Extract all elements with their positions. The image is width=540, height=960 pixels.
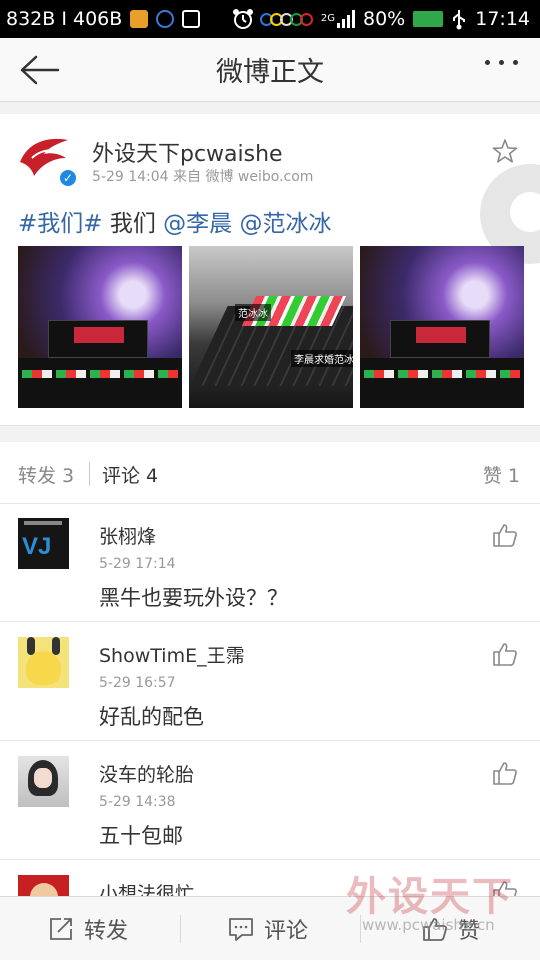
photo-grid: 范冰冰 李晨求婚范冰冰 [18, 246, 524, 408]
comment-label: 评论 [264, 919, 309, 944]
network-type: 2G [320, 13, 335, 24]
comment-time: 5-29 14:38 [99, 794, 176, 810]
watermark-url: www.pcwaishe.cn [362, 916, 495, 934]
avatar-detail [34, 768, 52, 788]
commenter-name[interactable]: ShowTimE_王霈 [99, 641, 245, 668]
verified-badge-icon: ✓ [58, 168, 78, 188]
comment-text: 好乱的配色 [99, 705, 204, 729]
download-icon [182, 10, 201, 28]
avatar-badge: VJ [22, 533, 52, 560]
comment-item: ShowTimE_王霈 5-29 16:57 好乱的配色 [0, 623, 540, 741]
post-content: #我们# 我们 @李晨 @范冰冰 [18, 204, 331, 238]
tab-comment[interactable]: 评论 4 [102, 461, 158, 488]
commenter-avatar[interactable]: VJ [18, 518, 69, 569]
repost-label: 转发 [84, 919, 129, 944]
comment-list: VJ 张栩烽 5-29 17:14 黑牛也要玩外设？？ ShowTimE_王霈 … [0, 504, 540, 896]
post-photo[interactable] [18, 246, 182, 408]
status-right: 2G 80% 17:14 [231, 7, 530, 31]
comment-item: 没车的轮胎 5-29 14:38 五十包邮 [0, 742, 540, 860]
avatar-detail [52, 637, 60, 655]
photo-tag: 李晨求婚范冰冰 [291, 350, 353, 367]
commenter-name[interactable]: 张栩烽 [99, 522, 156, 549]
photo-tag: 范冰冰 [235, 304, 271, 321]
repost-button[interactable]: 转发 [48, 897, 128, 960]
watermark-logo: 外设天下 [340, 862, 522, 920]
comment-icon [229, 918, 253, 941]
photo-banner [48, 320, 148, 358]
avatar-detail [24, 521, 62, 525]
comment-text: 黑牛也要玩外设？？ [99, 586, 288, 610]
commenter-avatar[interactable] [18, 756, 69, 807]
author-name[interactable]: 外设天下pcwaishe [92, 136, 283, 168]
back-button[interactable] [18, 52, 62, 88]
page-title: 微博正文 [216, 57, 324, 88]
tab-divider [89, 462, 90, 486]
thumbs-up-icon [493, 524, 517, 547]
more-dot-icon [499, 60, 504, 65]
bottom-divider [180, 915, 181, 943]
thumbs-up-icon [493, 643, 517, 666]
mention-link[interactable]: @范冰冰 [239, 211, 331, 237]
thumbs-up-icon [493, 762, 517, 785]
star-icon [492, 139, 518, 163]
status-bar: 832B I 406B 2G 80% 17:14 [0, 0, 540, 38]
olympic-rings-icon [259, 12, 313, 26]
signal-icon [337, 10, 355, 28]
more-dot-icon [513, 60, 518, 65]
repost-icon [50, 918, 72, 940]
top-nav-bar: 微博正文 [0, 38, 540, 102]
like-comment-button[interactable] [492, 522, 518, 548]
tab-like[interactable]: 赞 1 [483, 461, 520, 488]
weibo-post-card: ✓ 外设天下pcwaishe 5-29 14:04 来自 微博 weibo.co… [0, 114, 540, 426]
like-comment-button[interactable] [492, 641, 518, 667]
status-left: 832B I 406B [6, 8, 201, 30]
comment-text: 五十包邮 [99, 824, 183, 848]
post-text: 我们 [109, 211, 156, 237]
battery-percent: 80% [363, 8, 406, 30]
alarm-icon [232, 9, 253, 29]
clock: 17:14 [475, 8, 530, 30]
post-photo[interactable] [360, 246, 524, 408]
favorite-button[interactable] [492, 138, 518, 164]
photo-keyboard [360, 358, 524, 408]
comment-time: 5-29 17:14 [99, 556, 176, 572]
like-comment-button[interactable] [492, 760, 518, 786]
lock-notification-icon [156, 10, 175, 28]
post-photo[interactable]: 范冰冰 李晨求婚范冰冰 [189, 246, 353, 408]
interaction-tabs: 转发 3 评论 4 赞 1 [0, 442, 540, 504]
commenter-avatar[interactable] [18, 637, 69, 688]
usb-icon [453, 10, 466, 30]
battery-icon [413, 11, 444, 27]
photo-keycaps [22, 370, 178, 378]
app-notification-icon [130, 10, 149, 28]
network-speed: 832B I 406B [6, 8, 123, 30]
watermark-logo-text: 外设天下 [346, 874, 514, 920]
commenter-avatar[interactable] [18, 875, 69, 896]
avatar-detail [26, 651, 61, 685]
photo-banner [390, 320, 490, 358]
more-options-button[interactable] [485, 60, 518, 65]
commenter-name[interactable]: 没车的轮胎 [99, 760, 194, 787]
tab-repost[interactable]: 转发 3 [18, 461, 74, 488]
photo-keycaps [364, 370, 520, 378]
back-arrow-icon [20, 55, 60, 85]
comment-time: 5-29 16:57 [99, 675, 176, 691]
mention-link[interactable]: @李晨 [163, 211, 232, 237]
avatar-detail [30, 883, 58, 896]
topic-link[interactable]: #我们# [18, 211, 103, 237]
commenter-name[interactable]: 小想法很忙 [99, 879, 194, 896]
photo-keyboard [18, 358, 182, 408]
comment-item: VJ 张栩烽 5-29 17:14 黑牛也要玩外设？？ [0, 504, 540, 622]
post-meta: 5-29 14:04 来自 微博 weibo.com [92, 169, 314, 185]
more-dot-icon [485, 60, 490, 65]
comment-button[interactable]: 评论 [228, 897, 308, 960]
